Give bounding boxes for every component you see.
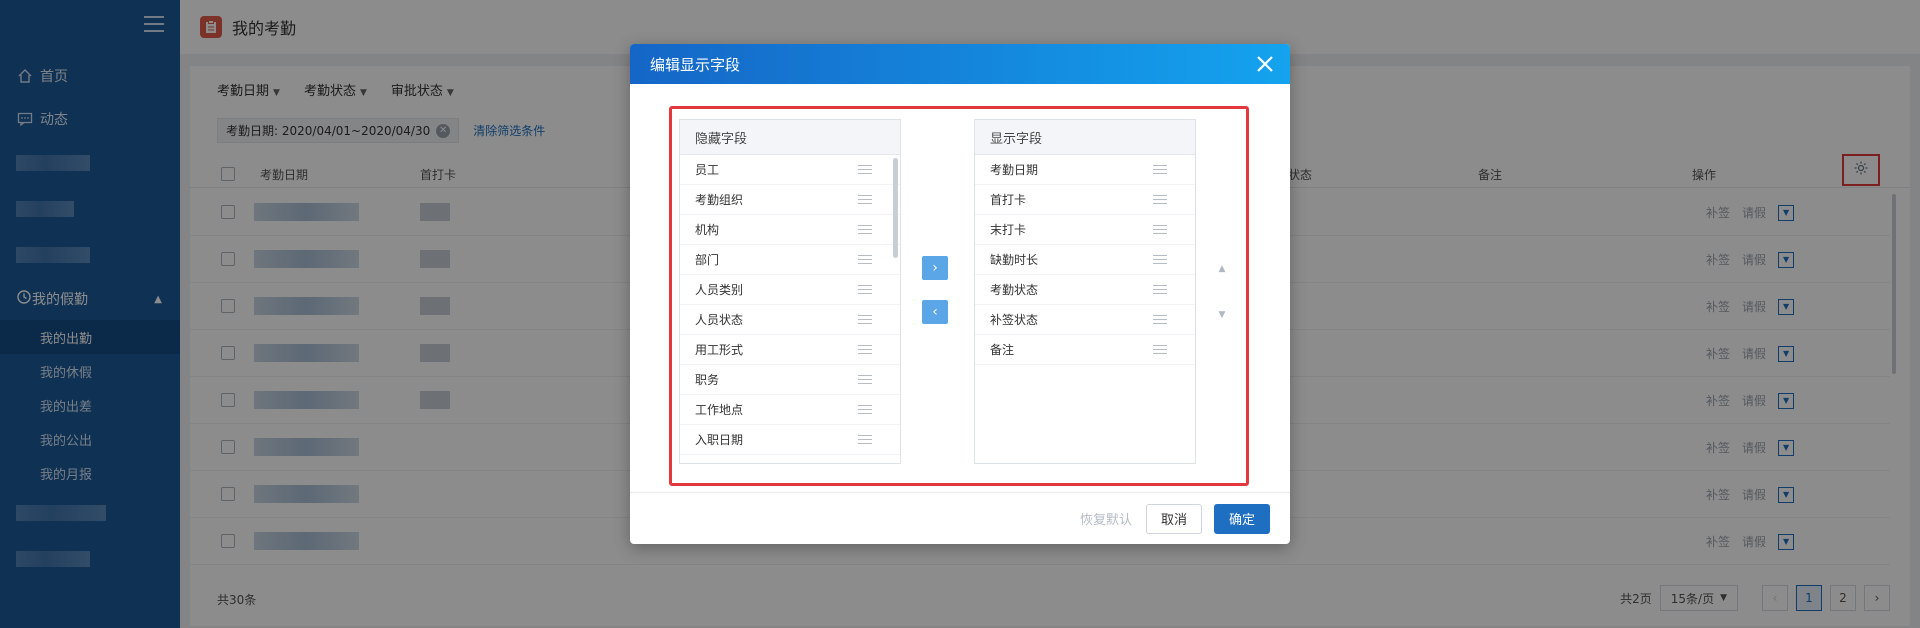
drag-handle-icon[interactable]	[1153, 165, 1167, 174]
field-label: 首打卡	[990, 193, 1027, 207]
panel-header: 隐藏字段	[680, 120, 900, 155]
field-label: 备注	[990, 343, 1015, 357]
field-label: 工作地点	[695, 403, 744, 417]
move-left-button[interactable]: ‹	[922, 300, 948, 324]
field-label: 考勤状态	[990, 283, 1039, 297]
caret-down-icon: ▼	[1218, 310, 1226, 320]
restore-default-button[interactable]: 恢复默认	[1080, 509, 1132, 528]
panel-header: 显示字段	[975, 120, 1195, 155]
field-label: 用工形式	[695, 343, 744, 357]
drag-handle-icon[interactable]	[858, 405, 872, 414]
field-item[interactable]: 补签状态	[975, 305, 1195, 335]
field-item[interactable]: 员工	[680, 155, 900, 185]
field-label: 人员状态	[695, 313, 744, 327]
shown-fields-list: 考勤日期首打卡末打卡缺勤时长考勤状态补签状态备注	[975, 155, 1195, 365]
drag-handle-icon[interactable]	[1153, 345, 1167, 354]
field-item[interactable]: 入职日期	[680, 425, 900, 455]
drag-handle-icon[interactable]	[858, 255, 872, 264]
field-item[interactable]: 考勤状态	[975, 275, 1195, 305]
field-label: 末打卡	[990, 223, 1027, 237]
field-item[interactable]: 考勤组织	[680, 185, 900, 215]
field-item[interactable]: 备注	[975, 335, 1195, 365]
dialog-title: 编辑显示字段	[650, 55, 741, 74]
drag-handle-icon[interactable]	[858, 315, 872, 324]
drag-handle-icon[interactable]	[1153, 285, 1167, 294]
hidden-fields-list: 员工考勤组织机构部门人员类别人员状态用工形式职务工作地点入职日期	[680, 155, 900, 455]
field-item[interactable]: 工作地点	[680, 395, 900, 425]
field-label: 缺勤时长	[990, 253, 1039, 267]
edit-fields-dialog: 编辑显示字段 隐藏字段 员工考勤组织机构部门人员类别人员状态用工形式职务工作地点…	[630, 44, 1290, 544]
dialog-footer: 恢复默认 取消 确定	[630, 492, 1290, 544]
field-item[interactable]: 部门	[680, 245, 900, 275]
shown-fields-panel: 显示字段 考勤日期首打卡末打卡缺勤时长考勤状态补签状态备注	[974, 119, 1196, 464]
cancel-button[interactable]: 取消	[1145, 503, 1202, 534]
field-item[interactable]: 缺勤时长	[975, 245, 1195, 275]
hidden-fields-panel: 隐藏字段 员工考勤组织机构部门人员类别人员状态用工形式职务工作地点入职日期	[679, 119, 901, 464]
drag-handle-icon[interactable]	[858, 285, 872, 294]
move-up-button[interactable]: ▲	[1212, 259, 1232, 279]
chevron-left-icon: ‹	[932, 304, 938, 320]
close-icon[interactable]	[1254, 53, 1276, 75]
field-label: 入职日期	[695, 433, 744, 447]
field-label: 人员类别	[695, 283, 744, 297]
field-label: 职务	[695, 373, 720, 387]
field-item[interactable]: 首打卡	[975, 185, 1195, 215]
field-label: 考勤组织	[695, 193, 744, 207]
drag-handle-icon[interactable]	[858, 165, 872, 174]
drag-handle-icon[interactable]	[1153, 225, 1167, 234]
panel-scrollbar[interactable]	[893, 158, 898, 258]
field-item[interactable]: 机构	[680, 215, 900, 245]
drag-handle-icon[interactable]	[1153, 315, 1167, 324]
confirm-button[interactable]: 确定	[1213, 503, 1270, 534]
chevron-right-icon: ›	[932, 260, 938, 276]
field-item[interactable]: 考勤日期	[975, 155, 1195, 185]
move-down-button[interactable]: ▼	[1212, 305, 1232, 325]
caret-up-icon: ▲	[1218, 264, 1226, 274]
field-item[interactable]: 末打卡	[975, 215, 1195, 245]
drag-handle-icon[interactable]	[858, 375, 872, 384]
field-item[interactable]: 用工形式	[680, 335, 900, 365]
field-label: 员工	[695, 163, 720, 177]
field-label: 机构	[695, 223, 720, 237]
move-right-button[interactable]: ›	[922, 256, 948, 280]
dialog-header: 编辑显示字段	[630, 44, 1290, 84]
field-item[interactable]: 职务	[680, 365, 900, 395]
field-item[interactable]: 人员状态	[680, 305, 900, 335]
drag-handle-icon[interactable]	[858, 435, 872, 444]
drag-handle-icon[interactable]	[858, 225, 872, 234]
field-item[interactable]: 人员类别	[680, 275, 900, 305]
field-label: 补签状态	[990, 313, 1039, 327]
drag-handle-icon[interactable]	[858, 195, 872, 204]
drag-handle-icon[interactable]	[858, 345, 872, 354]
drag-handle-icon[interactable]	[1153, 195, 1167, 204]
field-label: 部门	[695, 253, 720, 267]
field-label: 考勤日期	[990, 163, 1039, 177]
drag-handle-icon[interactable]	[1153, 255, 1167, 264]
